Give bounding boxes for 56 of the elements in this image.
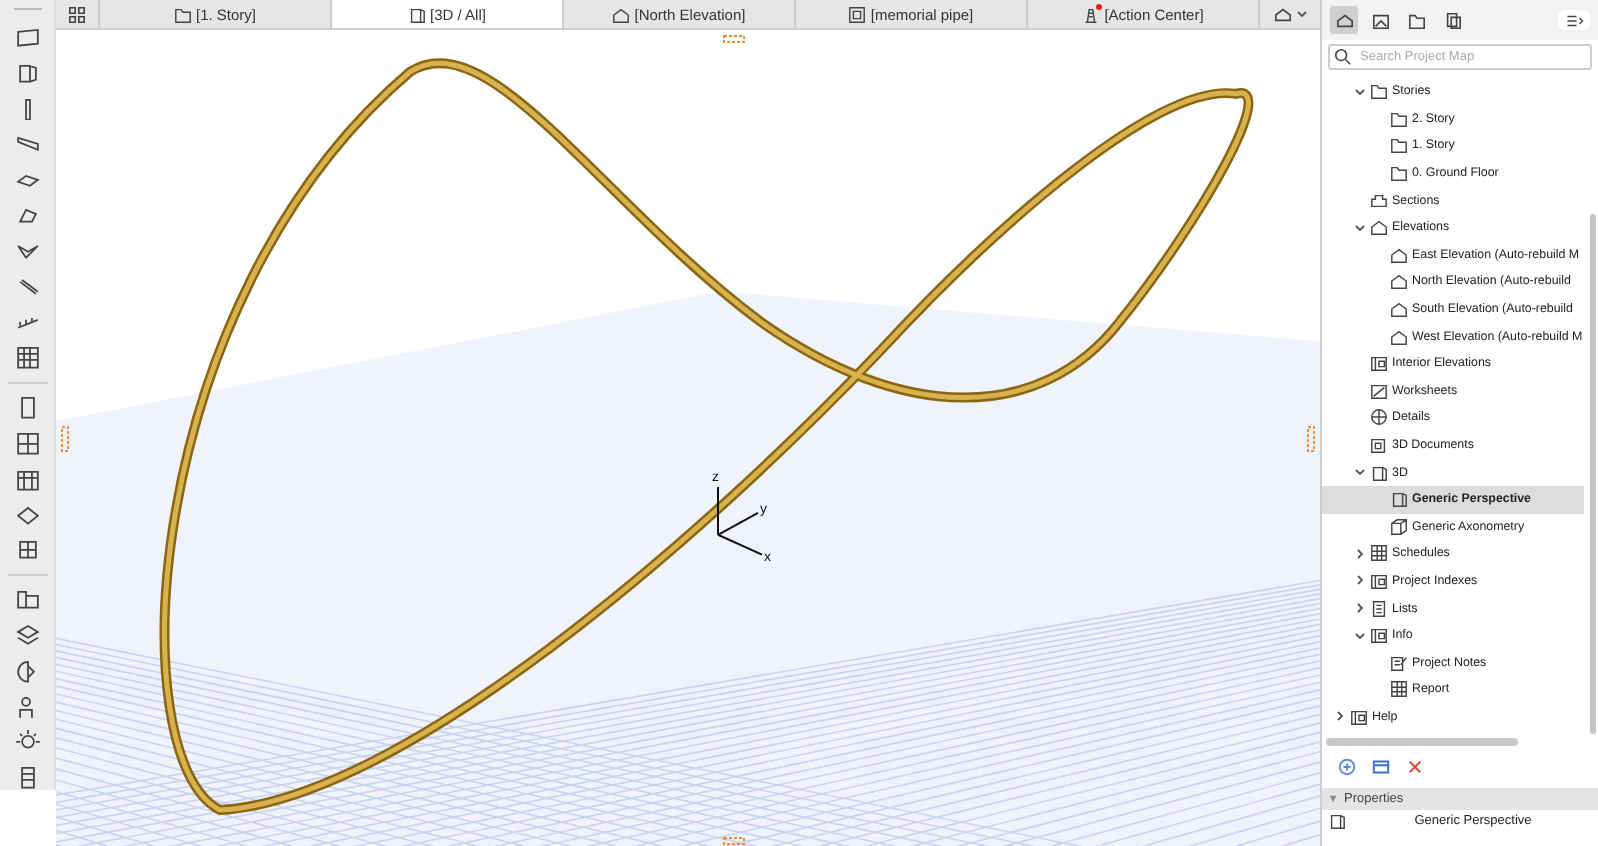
- window-icon[interactable]: [1372, 758, 1390, 777]
- table-icon: [1390, 680, 1408, 699]
- house-icon: [1335, 11, 1353, 29]
- box-icon: [1370, 463, 1388, 482]
- menu-icon: [1565, 11, 1583, 29]
- chevron-icon[interactable]: [1354, 629, 1366, 642]
- box-icon: [408, 5, 427, 23]
- search-icon: [1334, 48, 1352, 66]
- folder-icon: [1407, 11, 1425, 29]
- resize-marker-icon[interactable]: [723, 837, 745, 845]
- document-icon: [1370, 436, 1388, 455]
- resize-marker-icon[interactable]: [1307, 426, 1315, 452]
- note-icon: [1390, 653, 1408, 672]
- disclosure-triangle-icon[interactable]: [1328, 794, 1338, 805]
- close-icon[interactable]: [1406, 758, 1424, 777]
- scrollbar[interactable]: [1326, 738, 1518, 747]
- index-icon: [1370, 571, 1388, 590]
- tray-icon: [1370, 191, 1388, 210]
- door-icon[interactable]: [15, 396, 39, 420]
- index-icon: [1370, 626, 1388, 645]
- chevron-icon[interactable]: [1354, 602, 1366, 615]
- grid-icon[interactable]: [15, 346, 39, 371]
- tower-icon: [1082, 5, 1101, 23]
- layout-icon: [848, 5, 867, 23]
- cube-icon: [1390, 517, 1408, 536]
- chevron-icon[interactable]: [1354, 466, 1366, 479]
- chevron-icon[interactable]: [1354, 221, 1366, 234]
- box-icon: [1390, 490, 1408, 509]
- circle-icon: [1370, 408, 1388, 427]
- person-icon[interactable]: [15, 695, 39, 719]
- resize-marker-icon[interactable]: [61, 426, 69, 452]
- house-icon: [612, 5, 631, 23]
- chevron-icon[interactable]: [1354, 85, 1366, 98]
- pages-icon: [1443, 11, 1461, 29]
- window-icon[interactable]: [15, 431, 39, 456]
- caret-icon: [1295, 8, 1307, 20]
- index-icon: [1350, 707, 1368, 726]
- axis-gizmo-drawing: [717, 485, 763, 556]
- picture-icon: [1371, 11, 1389, 29]
- folder-icon: [173, 5, 192, 23]
- curved-pipe-drawing[interactable]: [159, 59, 1254, 816]
- chevron-icon[interactable]: [1354, 547, 1366, 560]
- stack-icon[interactable]: [15, 623, 39, 648]
- list-icon: [1370, 599, 1388, 618]
- grid-icon: [68, 5, 86, 23]
- box-icon: [1328, 812, 1346, 831]
- map-view-button[interactable]: [1330, 6, 1358, 34]
- house-icon: [1273, 5, 1291, 23]
- sheet-icon: [1370, 381, 1388, 400]
- resize-marker-icon[interactable]: [723, 35, 745, 43]
- scrollbar[interactable]: [1590, 214, 1596, 734]
- chevron-icon[interactable]: [1354, 574, 1366, 587]
- chevron-icon[interactable]: [1334, 710, 1346, 723]
- table-icon: [1370, 544, 1388, 563]
- options-menu-button[interactable]: [1558, 10, 1590, 30]
- add-circle-icon[interactable]: [1338, 758, 1356, 777]
